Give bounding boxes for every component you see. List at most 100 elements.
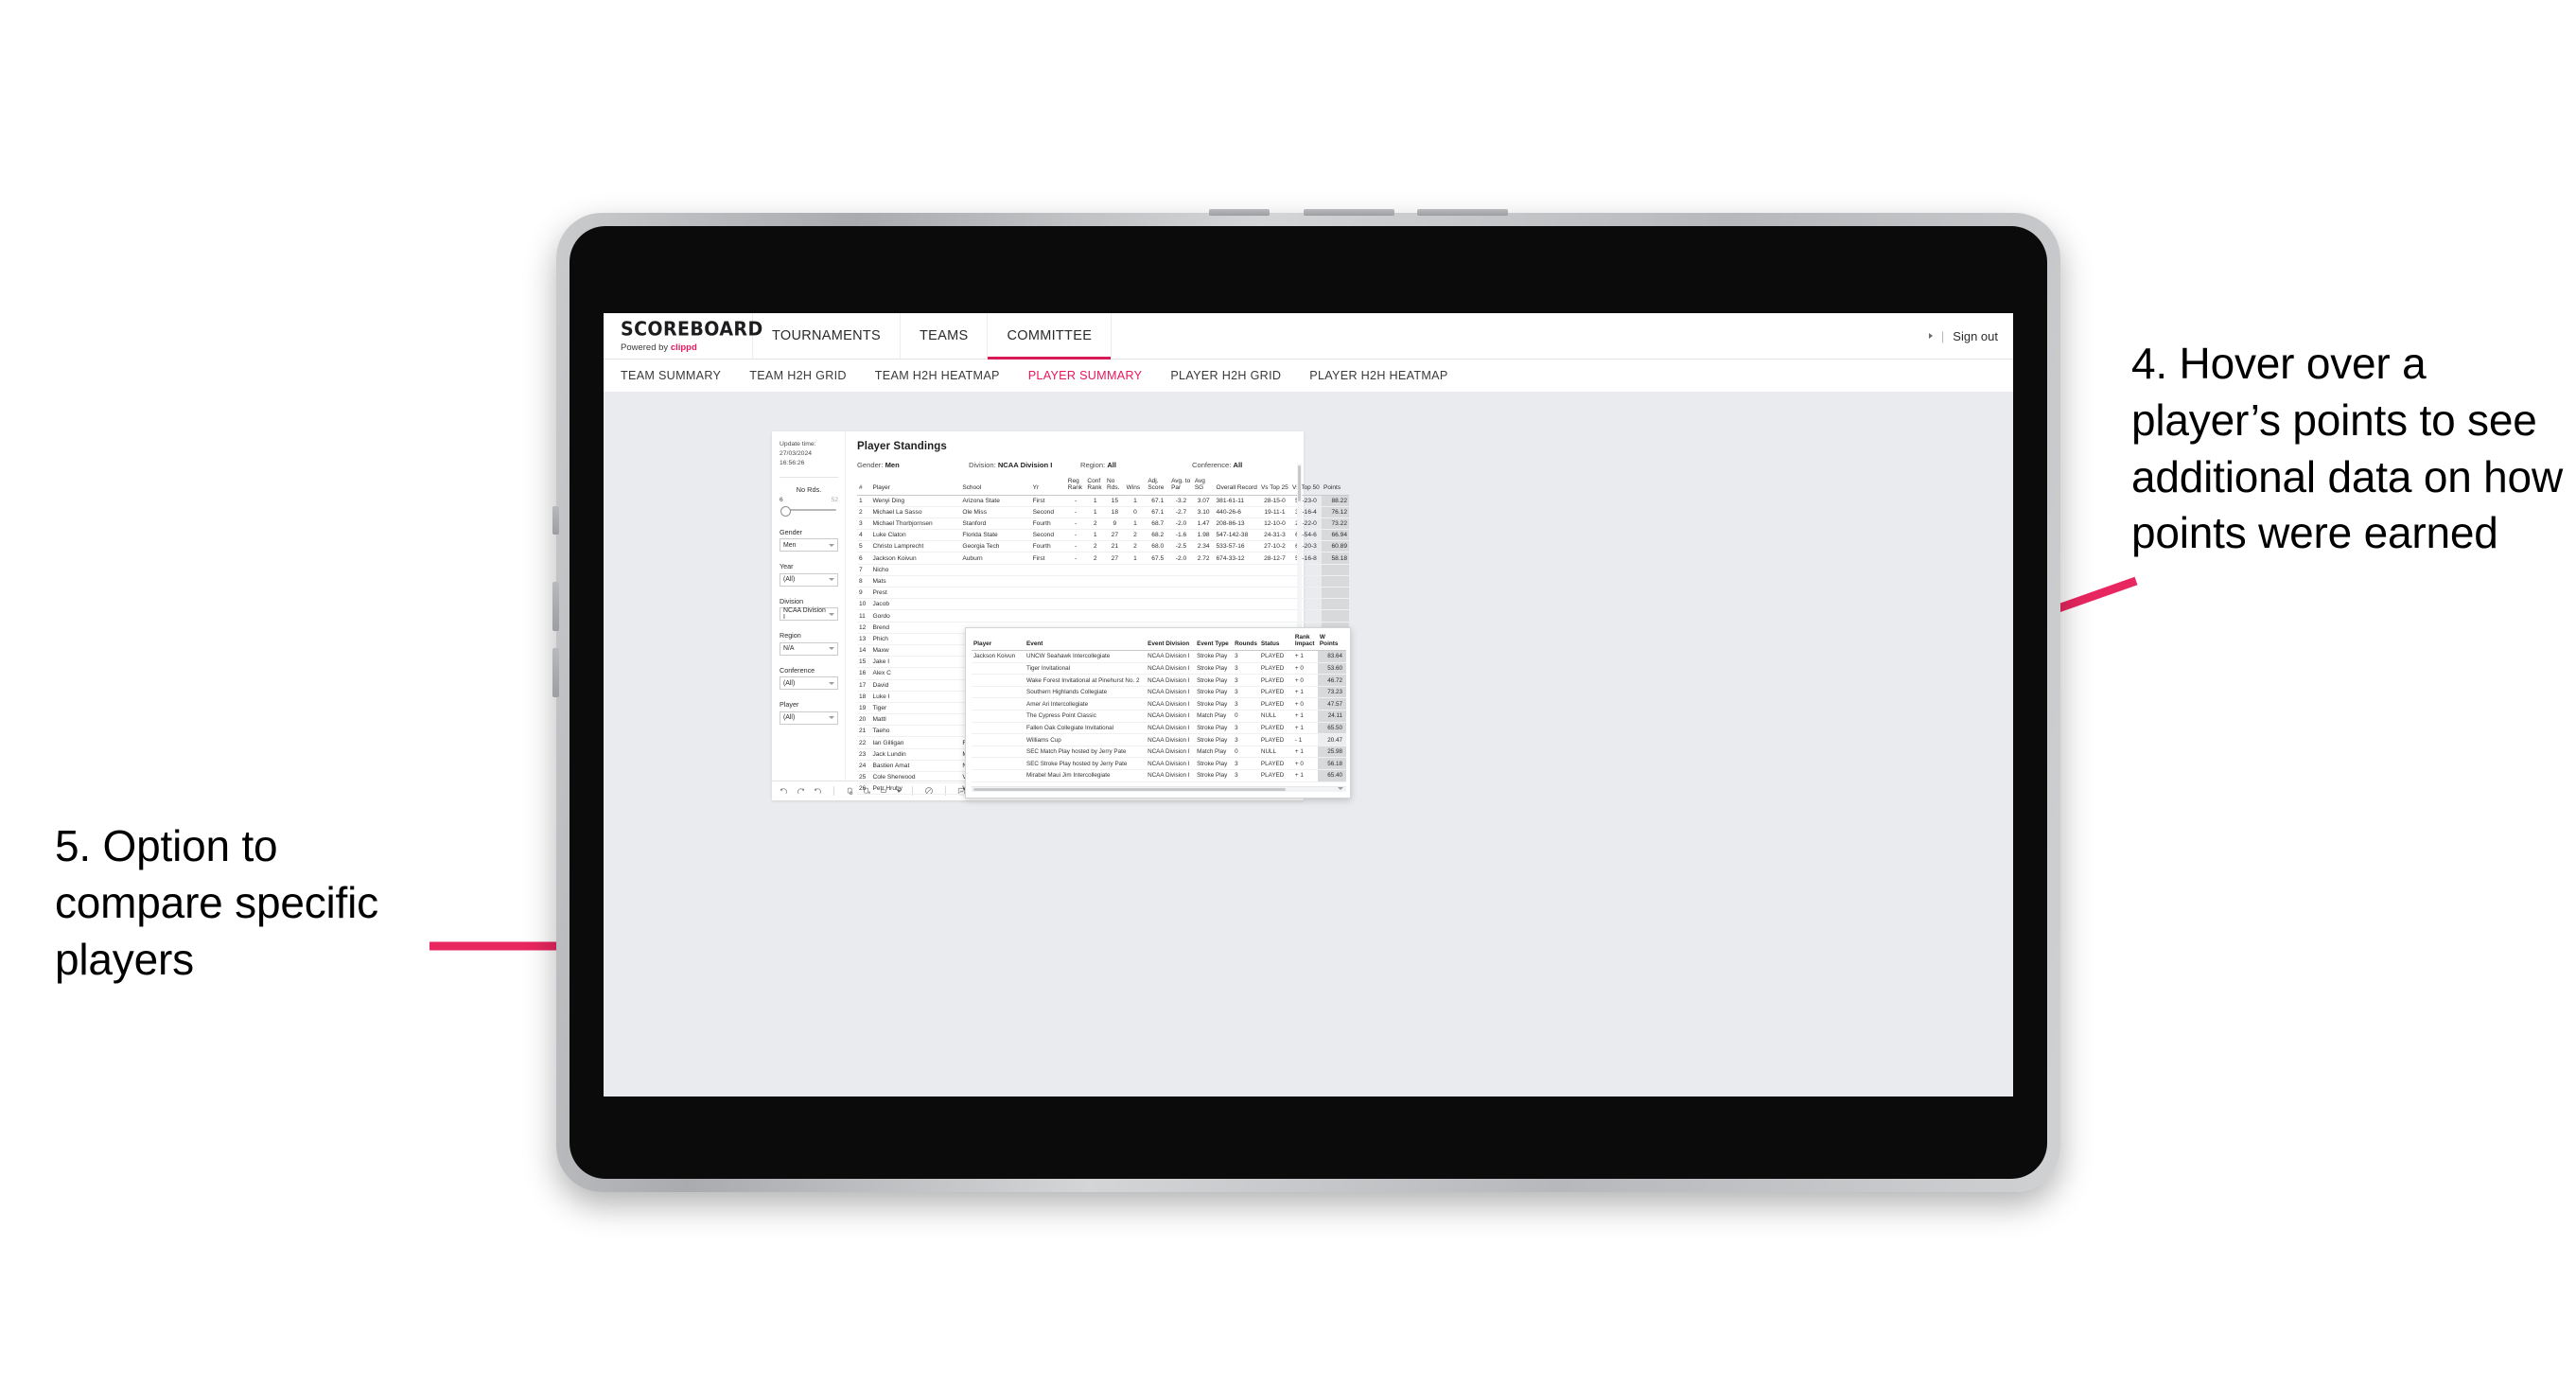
tooltip-scroll-thumb[interactable] xyxy=(973,787,1286,791)
col-overall-record[interactable]: Overall Record xyxy=(1214,478,1259,496)
tooltip-row: Southern Highlands Collegiate NCAA Divisi… xyxy=(972,686,1346,699)
tab-player-summary[interactable]: PLAYER SUMMARY xyxy=(1028,369,1143,382)
cell-text: Nicho xyxy=(870,564,961,576)
sign-out-button[interactable]: Sign out xyxy=(1953,329,1998,343)
tooltip-cell-num: + 0 xyxy=(1292,757,1318,771)
filter-conference-select[interactable]: (All) xyxy=(780,676,838,691)
chevron-down-icon xyxy=(829,647,834,651)
viz-scroll-thumb[interactable] xyxy=(1298,465,1301,501)
topnav-item-teams[interactable]: TEAMS xyxy=(901,313,989,359)
table-row[interactable]: 6 Jackson Koivun Auburn First -2 27 1 67.5 -2.0 2… xyxy=(857,552,1349,565)
cell-num xyxy=(1192,564,1215,576)
cell-num: 67.5 xyxy=(1146,552,1170,565)
refresh-icon[interactable] xyxy=(846,787,854,796)
tab-player-h2h-heatmap[interactable]: PLAYER H2H HEATMAP xyxy=(1309,369,1447,382)
slider-track[interactable] xyxy=(780,505,838,517)
cell-num xyxy=(1146,609,1170,623)
table-row[interactable]: 4 Luke Claton Florida State Second -1 27 2 68.2… xyxy=(857,529,1349,542)
slider-handle[interactable] xyxy=(780,505,791,517)
cell-text: Stanford xyxy=(960,518,1031,531)
top-navigation: TOURNAMENTS TEAMS COMMITTEE xyxy=(753,313,1113,360)
col-avg-sg[interactable]: Avg SG xyxy=(1192,478,1215,496)
filter-region-select[interactable]: N/A xyxy=(780,641,838,656)
tab-team-h2h-grid[interactable]: TEAM H2H GRID xyxy=(749,369,847,382)
col-player[interactable]: Player xyxy=(870,478,961,496)
tooltip-cell-player: Jackson Koivun xyxy=(972,650,1025,663)
col-points[interactable]: Points xyxy=(1322,478,1349,496)
cell-text: Fourth xyxy=(1030,540,1066,553)
filter-player-select[interactable]: (All) xyxy=(780,711,838,725)
cell-num: -3.2 xyxy=(1169,495,1193,507)
cell-num: 1 xyxy=(1124,518,1147,531)
cell-num: 15 xyxy=(1105,495,1125,507)
undo-icon[interactable] xyxy=(780,787,788,796)
no-rounds-slider[interactable]: No Rds. 6 52 xyxy=(780,485,838,517)
cell-num: 61-20-3 xyxy=(1289,540,1322,553)
filter-conference: Conference (All) xyxy=(780,666,838,691)
cell-num: 65-54-6 xyxy=(1289,529,1322,542)
col-avg-to-par[interactable]: Avg. to Par xyxy=(1169,478,1193,496)
col-school[interactable]: School xyxy=(960,478,1031,496)
points-breakdown-tooltip: Player Event Event Division Event Type R… xyxy=(965,627,1351,798)
brand-logo[interactable]: SCOREBOARD Powered by clippd xyxy=(604,313,762,359)
col-wins[interactable]: Wins xyxy=(1124,478,1147,496)
col-reg-rank[interactable]: Reg Rank xyxy=(1065,478,1086,496)
redo-icon[interactable] xyxy=(797,787,805,796)
filter-division-select[interactable]: NCAA Division I xyxy=(780,607,838,622)
table-row[interactable]: 8 Mats xyxy=(857,575,1349,588)
tab-player-h2h-grid[interactable]: PLAYER H2H GRID xyxy=(1170,369,1281,382)
filter-year-select[interactable]: (All) xyxy=(780,572,838,587)
tooltip-cell-num: + 1 xyxy=(1292,746,1318,759)
tooltip-horizontal-scrollbar[interactable] xyxy=(972,785,1346,792)
tooltip-cell-text: Stroke Play xyxy=(1195,650,1234,663)
col-no-rds[interactable]: No Rds. xyxy=(1105,478,1125,496)
col-vs-top-50[interactable]: Vs Top 50 xyxy=(1289,478,1322,496)
tablet-device-frame: SCOREBOARD Powered by clippd TOURNAMENTS… xyxy=(552,209,2060,1192)
col-adj-score[interactable]: Adj. Score xyxy=(1146,478,1170,496)
cell-text: 4 xyxy=(857,529,871,542)
cell-num: -2.5 xyxy=(1169,540,1193,553)
col-rank[interactable]: # xyxy=(857,478,871,496)
tab-team-h2h-heatmap[interactable]: TEAM H2H HEATMAP xyxy=(875,369,1000,382)
topnav-item-tournaments[interactable]: TOURNAMENTS xyxy=(753,313,902,359)
chevron-right-icon[interactable] xyxy=(1928,333,1933,339)
tooltip-cell-text: Williams Cup xyxy=(1025,733,1147,746)
table-row[interactable]: 9 Prest xyxy=(857,587,1349,600)
filter-year-value: (All) xyxy=(783,576,796,584)
header-separator: | xyxy=(1940,328,1945,343)
col-vs-top-25[interactable]: Vs Top 25 xyxy=(1258,478,1290,496)
cell-text: 25 xyxy=(857,771,871,784)
tooltip-cell-text: Stroke Play xyxy=(1195,674,1234,687)
table-row[interactable]: 10 Jacob xyxy=(857,598,1349,611)
revert-icon[interactable] xyxy=(814,787,822,796)
filter-gender-select[interactable]: Men xyxy=(780,538,838,553)
cell-text: 14 xyxy=(857,644,871,658)
tablet-button-power xyxy=(1209,209,1270,216)
tooltip-cell-text: PLAYED xyxy=(1258,662,1293,675)
col-yr[interactable]: Yr xyxy=(1030,478,1066,496)
cell-text: 24 xyxy=(857,760,871,773)
col-conf-rank[interactable]: Conf Rank xyxy=(1085,478,1106,496)
cell-num: 1 xyxy=(1085,506,1106,518)
table-row[interactable]: 3 Michael Thorbjornsen Stanford Fourth -2 9 1 6… xyxy=(857,518,1349,531)
table-row[interactable]: 2 Michael La Sasso Ole Miss Second -1 18 0 67.1… xyxy=(857,506,1349,518)
topnav-item-committee[interactable]: COMMITTEE xyxy=(988,313,1113,360)
table-row[interactable]: 11 Gordo xyxy=(857,609,1349,623)
tooltip-cell-num: + 0 xyxy=(1292,662,1318,675)
filter-region-value: N/A xyxy=(783,645,795,653)
tab-team-summary[interactable]: TEAM SUMMARY xyxy=(621,369,721,382)
cell-num: 67.1 xyxy=(1146,495,1170,507)
table-row[interactable]: 1 Wenyi Ding Arizona State First -1 15 1 67.1 -3… xyxy=(857,495,1349,507)
table-row[interactable]: 7 Nicho xyxy=(857,564,1349,576)
chevron-down-icon[interactable] xyxy=(1338,786,1343,790)
tooltip-cell-text: NULL xyxy=(1258,746,1293,759)
tooltip-cell-w-points: 53.60 xyxy=(1317,662,1346,675)
cell-num xyxy=(1169,598,1193,611)
tooltip-row: The Cypress Point Classic NCAA Division I… xyxy=(972,710,1346,723)
cell-text: Georgia Tech xyxy=(960,540,1031,553)
tablet-button-top-a xyxy=(1304,209,1394,216)
tooltip-cell-text: PLAYED xyxy=(1258,722,1293,735)
cell-points: 73.22 xyxy=(1322,518,1349,531)
table-row[interactable]: 5 Christo Lamprecht Georgia Tech Fourth -2 21… xyxy=(857,540,1349,553)
tooltip-cell-player xyxy=(972,686,1025,699)
